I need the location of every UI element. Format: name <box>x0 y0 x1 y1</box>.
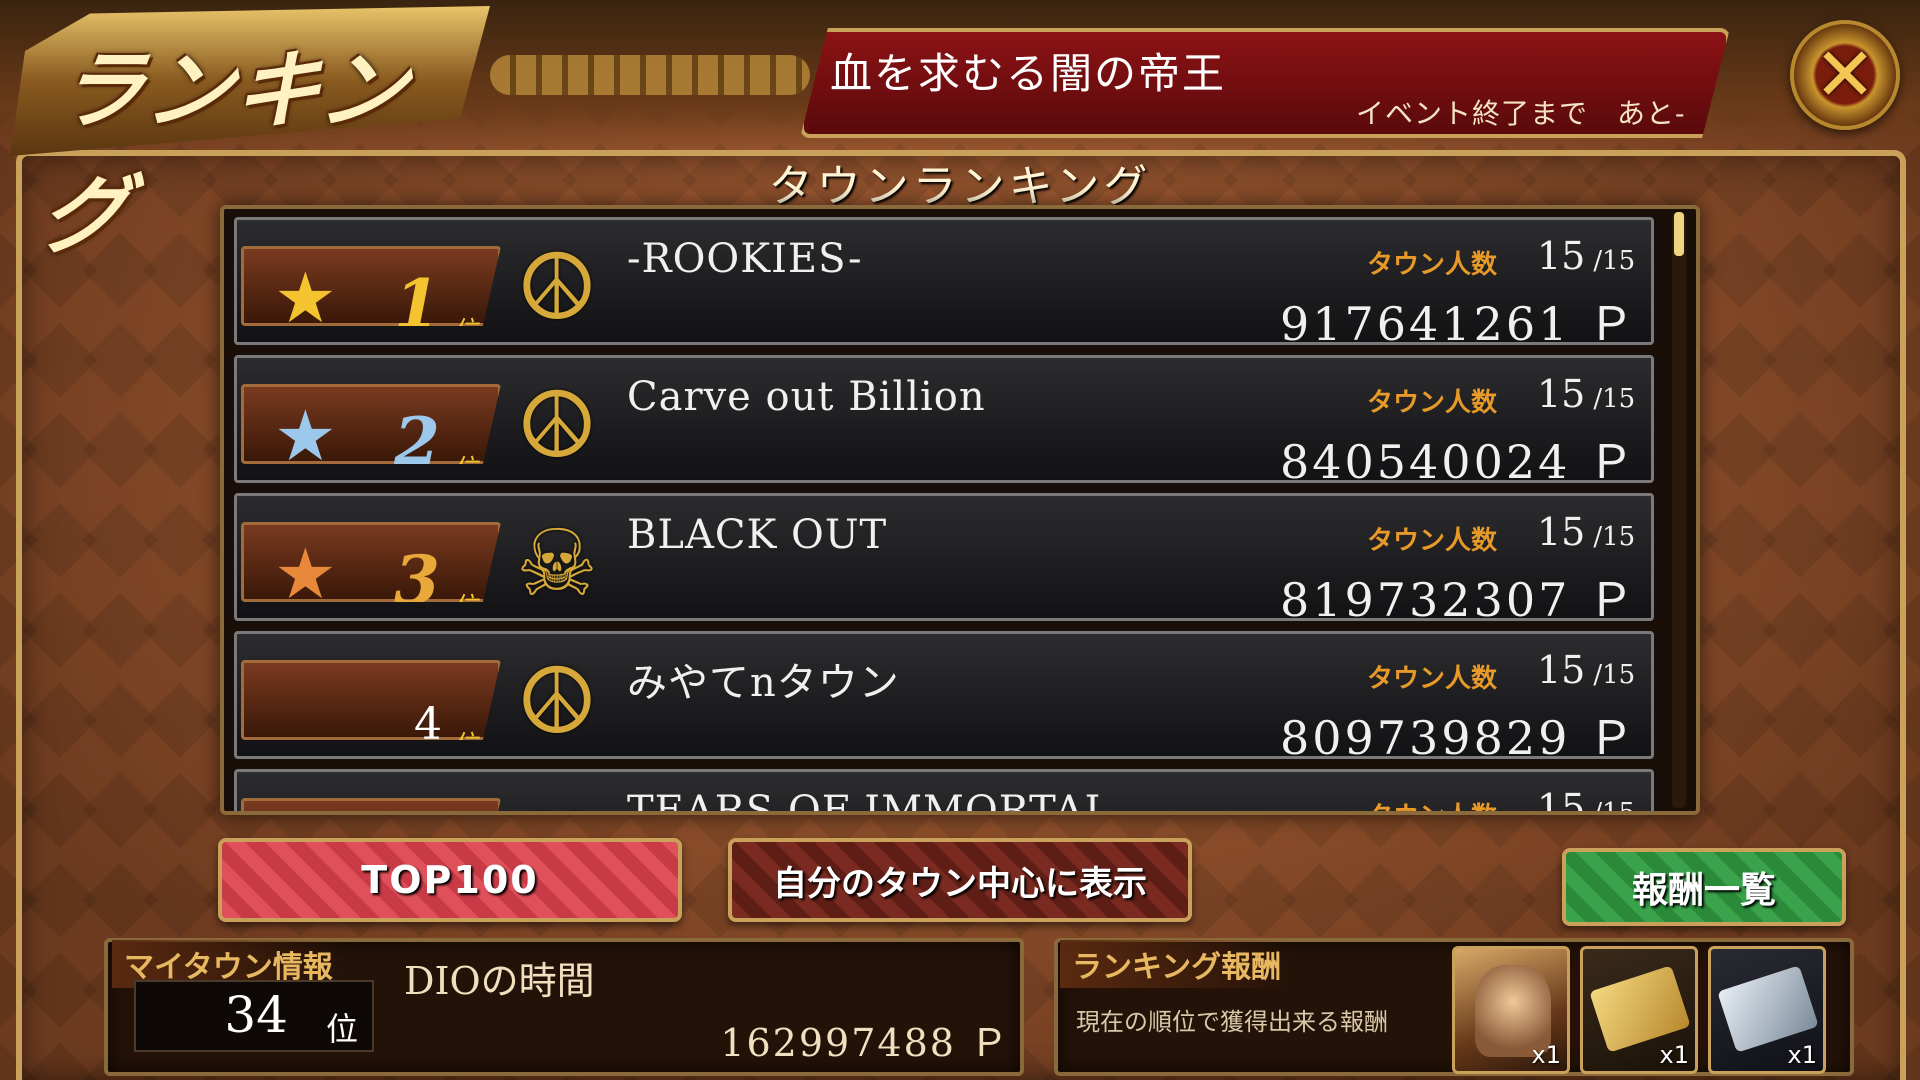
members-count: 15/15 <box>1537 234 1636 278</box>
my-town-points: 162997488 ＰＴ <box>720 1021 1010 1080</box>
members-label: タウン人数 <box>1367 250 1498 280</box>
skull-emblem-icon: ☠ <box>515 510 599 617</box>
ranking-row[interactable]: ★ 1 位 ☮ -ROOKIES- タウン人数 15/15 917641261 … <box>234 217 1654 417</box>
rank-suffix: 位 <box>456 731 483 761</box>
gold-star-icon: ★ <box>274 257 337 339</box>
ranking-row[interactable]: 4 位 ☮ みやてnタウン タウン人数 15/15 809739829 ＰＴ <box>234 631 1654 811</box>
town-name: TEARS OF IMMORTAL <box>627 788 1113 815</box>
show-my-town-button[interactable]: 自分のタウン中心に表示 <box>728 838 1192 922</box>
peace-emblem-icon: ☮ <box>515 372 599 479</box>
rank-suffix: 位 <box>456 317 483 347</box>
my-town-name: DIOの時間 <box>404 959 595 1003</box>
heart-emblem-icon: ❤ <box>507 790 607 812</box>
members-label: タウン人数 <box>1367 664 1498 694</box>
town-name: BLACK OUT <box>627 512 888 558</box>
top100-button[interactable]: TOP100 <box>218 838 682 922</box>
list-scrollbar[interactable] <box>1672 212 1686 808</box>
rank-plate <box>241 798 501 811</box>
reward-quantity: x1 <box>1787 1041 1817 1069</box>
rank-plate: ★ 1 位 <box>241 246 501 326</box>
event-title: 血を求むる闇の帝王 <box>830 49 1227 98</box>
town-name: Carve out Billion <box>627 374 986 420</box>
peace-emblem-icon: ☮ <box>515 234 599 341</box>
reward-quantity: x1 <box>1531 1041 1561 1069</box>
silver-star-icon: ★ <box>274 395 337 477</box>
reward-item[interactable]: x1 <box>1452 946 1570 1074</box>
rank-plate: ★ 3 位 <box>241 522 501 602</box>
rank-number: 2 <box>394 403 440 481</box>
peace-emblem-icon: ☮ <box>515 648 599 755</box>
ranking-reward-description: 現在の順位で獲得出来る報酬 <box>1076 1008 1388 1036</box>
members-label: タウン人数 <box>1367 388 1498 418</box>
town-name: -ROOKIES- <box>627 236 863 282</box>
close-icon: ✕ <box>1813 32 1876 118</box>
members-count: 15/15 <box>1537 372 1636 416</box>
event-remaining-time: イベント終了まで あと- <box>1356 97 1686 130</box>
my-town-rank-unit: 位 <box>326 1010 359 1048</box>
bronze-star-icon: ★ <box>274 533 337 615</box>
rank-number: 4 <box>414 699 442 750</box>
ranking-row[interactable]: ❤ TEARS OF IMMORTAL タウン人数 15/15 <box>234 769 1654 815</box>
chain-decoration <box>490 55 810 95</box>
members-label: タウン人数 <box>1367 526 1498 556</box>
my-town-rank: 34 <box>224 986 288 1044</box>
rewards-list-button[interactable]: 報酬一覧 <box>1562 848 1846 926</box>
members-count: 15/15 <box>1537 648 1636 692</box>
members-count: 15/15 <box>1537 786 1636 815</box>
reward-item[interactable]: x1 <box>1708 946 1826 1074</box>
town-name: みやてnタウン <box>627 660 900 706</box>
rank-number: 1 <box>394 265 440 343</box>
members-label: タウン人数 <box>1367 796 1497 811</box>
ranking-row[interactable]: ★ 3 位 ☠ BLACK OUT タウン人数 15/15 819732307 … <box>234 493 1654 693</box>
rank-suffix: 位 <box>456 455 483 485</box>
gold-ticket-icon <box>1589 965 1691 1053</box>
rank-suffix: 位 <box>456 593 483 623</box>
members-count: 15/15 <box>1537 510 1636 554</box>
rank-plate: 4 位 <box>241 660 501 740</box>
rank-plate: ★ 2 位 <box>241 384 501 464</box>
silver-ticket-icon <box>1717 965 1819 1053</box>
ranking-list[interactable]: ★ 1 位 ☮ -ROOKIES- タウン人数 15/15 917641261 … <box>220 205 1700 815</box>
reward-quantity: x1 <box>1659 1041 1689 1069</box>
close-button[interactable]: ✕ <box>1790 20 1900 130</box>
reward-item[interactable]: x1 <box>1580 946 1698 1074</box>
rank-number: 3 <box>394 541 440 619</box>
list-scroll-thumb[interactable] <box>1674 212 1684 256</box>
ranking-row[interactable]: ★ 2 位 ☮ Carve out Billion タウン人数 15/15 84… <box>234 355 1654 555</box>
banner-title: ランキング <box>33 41 415 266</box>
ranking-reward-label: ランキング報酬 <box>1060 940 1294 988</box>
